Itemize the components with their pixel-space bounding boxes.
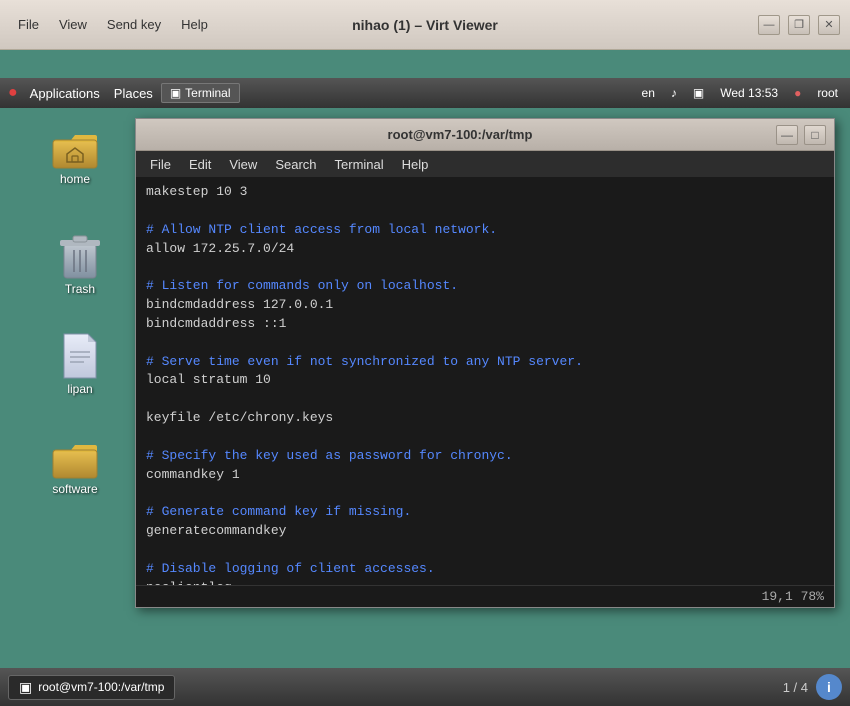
terminal-line: # Specify the key used as password for c… — [146, 447, 824, 466]
terminal-line — [146, 485, 824, 504]
terminal-menu-search[interactable]: Search — [267, 155, 324, 174]
terminal-minimize-btn[interactable]: — — [776, 125, 798, 145]
menu-view[interactable]: View — [51, 15, 95, 34]
top-panel: ● Applications Places ▣ Terminal en ♪ ▣ … — [0, 78, 850, 108]
places-menu[interactable]: Places — [108, 84, 159, 103]
window-title: nihao (1) – Virt Viewer — [352, 17, 498, 33]
terminal-position-indicator: 19,1 78% — [762, 589, 824, 604]
desktop-icon-home[interactable]: home — [35, 118, 115, 190]
trash-icon — [56, 232, 104, 280]
terminal-taskbar-tab[interactable]: ▣ Terminal — [161, 83, 240, 103]
lipan-icon-label: lipan — [67, 382, 92, 396]
terminal-line — [146, 428, 824, 447]
terminal-tab-icon: ▣ — [170, 86, 181, 100]
terminal-menu-edit[interactable]: Edit — [181, 155, 219, 174]
bottom-panel: ▣ root@vm7-100:/var/tmp 1 / 4 i — [0, 668, 850, 706]
applications-menu[interactable]: Applications — [24, 84, 106, 103]
terminal-window: root@vm7-100:/var/tmp — □ File Edit View… — [135, 118, 835, 608]
panel-apps-section: ● Applications Places ▣ Terminal — [8, 83, 240, 103]
desktop-icon-software[interactable]: software — [35, 428, 115, 500]
terminal-line: # Serve time even if not synchronized to… — [146, 353, 824, 372]
taskbar-terminal-label: root@vm7-100:/var/tmp — [38, 680, 164, 694]
software-folder-icon — [51, 432, 99, 480]
terminal-maximize-btn[interactable]: □ — [804, 125, 826, 145]
software-icon-label: software — [52, 482, 97, 496]
volume-icon[interactable]: ♪ — [667, 84, 681, 102]
lang-indicator[interactable]: en — [638, 84, 659, 102]
restore-button[interactable]: ❐ — [788, 15, 810, 35]
monitor-icon[interactable]: ▣ — [689, 84, 708, 102]
terminal-line: # Disable logging of client accesses. — [146, 560, 824, 579]
close-button[interactable]: ✕ — [818, 15, 840, 35]
terminal-line: makestep 10 3 — [146, 183, 824, 202]
terminal-line — [146, 258, 824, 277]
bottom-right-area: 1 / 4 i — [783, 674, 842, 700]
terminal-line: bindcmdaddress 127.0.0.1 — [146, 296, 824, 315]
terminal-line — [146, 541, 824, 560]
terminal-line: allow 172.25.7.0/24 — [146, 240, 824, 259]
terminal-line: # Listen for commands only on localhost. — [146, 277, 824, 296]
gnome-foot-icon: ● — [8, 84, 18, 102]
page-indicator: 1 / 4 — [783, 680, 808, 695]
bottom-taskbar-terminal[interactable]: ▣ root@vm7-100:/var/tmp — [8, 675, 175, 700]
terminal-tab-label: Terminal — [185, 86, 230, 100]
taskbar-terminal-icon: ▣ — [19, 679, 32, 696]
desktop: home T — [0, 108, 850, 668]
terminal-menu-view[interactable]: View — [221, 155, 265, 174]
desktop-icon-trash[interactable]: Trash — [40, 228, 120, 300]
terminal-line: # Generate command key if missing. — [146, 503, 824, 522]
terminal-line — [146, 334, 824, 353]
home-icon-label: home — [60, 172, 90, 186]
terminal-status-bar: 19,1 78% — [136, 585, 834, 607]
terminal-titlebar: root@vm7-100:/var/tmp — □ — [136, 119, 834, 151]
minimize-button[interactable]: — — [758, 15, 780, 35]
terminal-line: local stratum 10 — [146, 371, 824, 390]
terminal-line: keyfile /etc/chrony.keys — [146, 409, 824, 428]
menu-sendkey[interactable]: Send key — [99, 15, 169, 34]
terminal-line: bindcmdaddress ::1 — [146, 315, 824, 334]
username-label[interactable]: root — [813, 84, 842, 102]
main-titlebar: File View Send key Help nihao (1) – Virt… — [0, 0, 850, 50]
terminal-line — [146, 202, 824, 221]
lipan-file-icon — [56, 332, 104, 380]
terminal-title: root@vm7-100:/var/tmp — [144, 127, 776, 142]
main-menu-bar: File View Send key Help — [10, 15, 216, 34]
home-folder-icon — [51, 122, 99, 170]
menu-help[interactable]: Help — [173, 15, 216, 34]
panel-right: en ♪ ▣ Wed 13:53 ● root — [638, 84, 842, 102]
info-button[interactable]: i — [816, 674, 842, 700]
terminal-line — [146, 390, 824, 409]
terminal-menu-help[interactable]: Help — [394, 155, 437, 174]
terminal-content[interactable]: makestep 10 3 # Allow NTP client access … — [136, 177, 834, 585]
terminal-line: generatecommandkey — [146, 522, 824, 541]
desktop-icon-lipan[interactable]: lipan — [40, 328, 120, 400]
datetime-display[interactable]: Wed 13:53 — [716, 84, 782, 102]
terminal-line: commandkey 1 — [146, 466, 824, 485]
terminal-menu-file[interactable]: File — [142, 155, 179, 174]
terminal-menu-terminal[interactable]: Terminal — [327, 155, 392, 174]
trash-icon-label: Trash — [65, 282, 95, 296]
terminal-line: # Allow NTP client access from local net… — [146, 221, 824, 240]
menu-file[interactable]: File — [10, 15, 47, 34]
user-menu[interactable]: ● — [790, 84, 805, 102]
terminal-window-controls: — □ — [776, 125, 826, 145]
terminal-menu-bar: File Edit View Search Terminal Help — [136, 151, 834, 177]
